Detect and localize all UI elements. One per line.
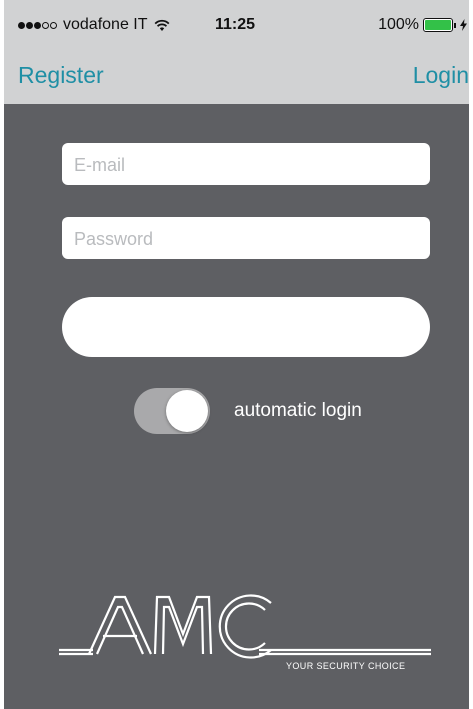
signal-dots-icon bbox=[18, 21, 57, 29]
email-input[interactable] bbox=[72, 143, 424, 187]
password-input[interactable] bbox=[72, 217, 424, 261]
carrier-info: vodafone IT bbox=[18, 16, 170, 34]
carrier-name: vodafone IT bbox=[63, 16, 148, 33]
top-bar: vodafone IT 11:25 100% Register Login bbox=[4, 0, 469, 104]
status-time: 11:25 bbox=[215, 16, 256, 33]
auto-login-toggle[interactable] bbox=[134, 388, 210, 434]
battery-percent: 100% bbox=[378, 16, 419, 33]
login-submit-button[interactable] bbox=[62, 297, 430, 357]
auto-login-label: automatic login bbox=[234, 400, 362, 421]
charging-bolt-icon bbox=[460, 19, 467, 31]
register-button[interactable]: Register bbox=[18, 62, 104, 89]
login-nav-button[interactable]: Login bbox=[413, 62, 469, 89]
toggle-knob bbox=[166, 390, 208, 432]
battery-tip bbox=[454, 22, 456, 28]
battery-indicator: 100% bbox=[378, 16, 467, 34]
password-field[interactable] bbox=[62, 217, 430, 261]
status-bar: vodafone IT 11:25 100% bbox=[4, 0, 469, 44]
app-screen: vodafone IT 11:25 100% Register Login E-… bbox=[4, 0, 469, 709]
email-field[interactable] bbox=[62, 143, 430, 187]
battery-icon bbox=[423, 18, 453, 32]
logo-tagline: YOUR SECURITY CHOICE bbox=[286, 661, 406, 671]
auto-login-row: automatic login bbox=[134, 388, 362, 434]
wifi-icon bbox=[154, 19, 169, 31]
